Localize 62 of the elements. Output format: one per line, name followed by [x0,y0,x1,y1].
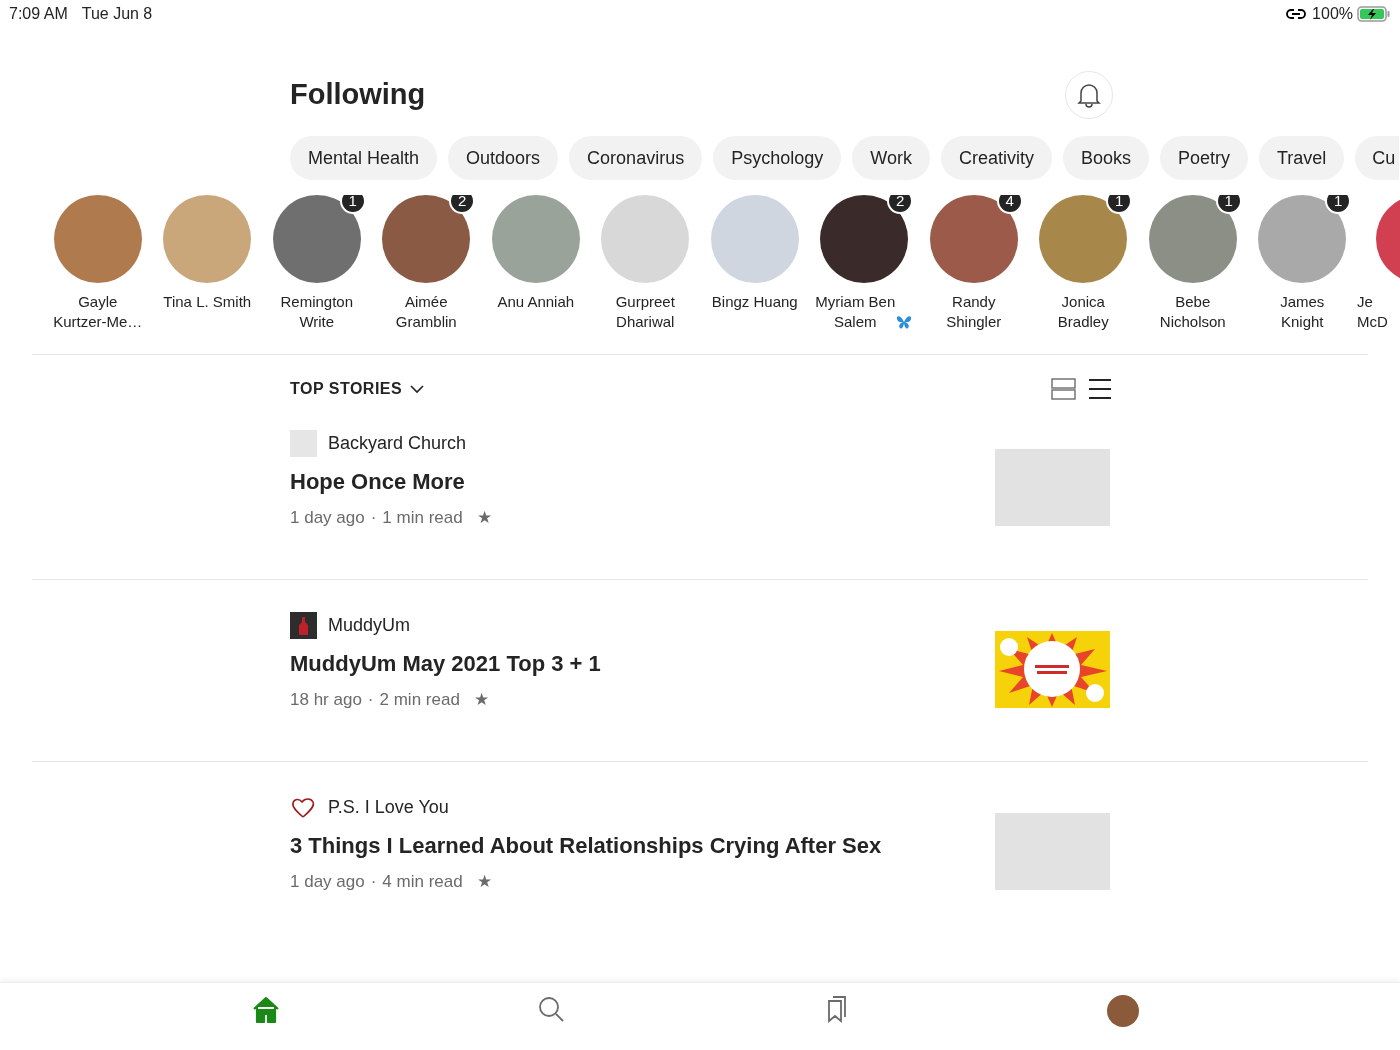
author-name[interactable]: Bingz Huang [711,292,798,312]
topic-chip[interactable]: Travel [1258,136,1345,180]
chevron-down-icon [410,384,425,394]
story-age: 1 day ago [290,871,365,893]
update-count-badge: 1 [1106,195,1133,214]
member-mark-label: ★ [476,507,492,529]
topic-chip[interactable]: Coronavirus [569,136,703,180]
read-time: 4 min read [382,871,463,893]
topic-chip[interactable]: Cu [1355,136,1400,180]
separator-text: · [370,871,377,893]
heart-logo-icon [290,795,317,820]
topic-chip[interactable]: Outdoors [448,136,559,180]
publication-name[interactable]: P.S. I Love You [328,794,449,821]
author-name[interactable]: Gayle Kurtzer-Me… [53,292,143,332]
author-name[interactable]: Randy Shingler [946,292,1002,332]
feed-sort-dropdown[interactable]: TOP STORIES [290,377,425,401]
author-name[interactable]: Aimée Gramblin [395,292,457,332]
battery-charging-icon [1357,5,1391,22]
update-count-badge: 1 [1325,195,1352,214]
update-count-badge: 2 [449,195,476,214]
separator-text: · [370,507,377,529]
update-count-badge: 2 [887,195,914,214]
topic-chip[interactable]: Mental Health [290,136,438,180]
list-view-icon[interactable] [1088,377,1112,401]
battery-percent: 100% [1312,3,1353,24]
link-icon [1286,7,1307,20]
separator-text: · [367,689,374,711]
search-icon[interactable] [537,995,565,1023]
publication-logo [290,430,317,457]
author-name[interactable]: Tina L. Smith [163,292,252,312]
member-mark-label: ★ [476,871,492,893]
story-title[interactable]: Hope Once More [290,468,492,496]
bottle-logo-icon [290,612,317,639]
status-time: 7:09 AM [9,3,68,24]
topic-chip[interactable]: Books [1062,136,1149,180]
member-mark-label: ★ [473,689,489,711]
topic-chip[interactable]: Work [852,136,930,180]
publication-name[interactable]: Backyard Church [328,430,467,457]
author-name[interactable]: Bebe Nicholson [1159,292,1226,332]
card-view-icon[interactable] [1051,377,1076,401]
status-date: Tue Jun 8 [81,3,153,24]
topic-chip[interactable]: Psychology [713,136,842,180]
story-title[interactable]: 3 Things I Learned About Relationships Crying After Sex [290,832,882,860]
read-time: 1 min read [382,507,463,529]
author-name[interactable]: Je McD [1357,292,1388,332]
author-name[interactable]: Myriam Ben Salem [815,292,896,332]
author-name[interactable]: Jonica Bradley [1057,292,1109,332]
topic-chip[interactable]: Creativity [940,136,1052,180]
home-icon[interactable] [251,995,281,1025]
story-title[interactable]: MuddyUm May 2021 Top 3 + 1 [290,650,601,678]
page-title: Following [290,77,426,113]
author-name[interactable]: Remington Write [280,292,353,332]
story-age: 18 hr ago [290,689,362,711]
topic-chip[interactable]: Poetry [1159,136,1248,180]
author-name[interactable]: Anu Anniah [497,292,575,312]
story-age: 1 day ago [290,507,365,529]
publication-name[interactable]: MuddyUm [328,612,411,639]
read-time: 2 min read [379,689,460,711]
author-name[interactable]: James Knight [1280,292,1325,332]
profile-avatar[interactable] [1107,995,1139,1027]
author-name[interactable]: Gurpreet Dhariwal [615,292,675,332]
bell-icon [1077,82,1101,108]
